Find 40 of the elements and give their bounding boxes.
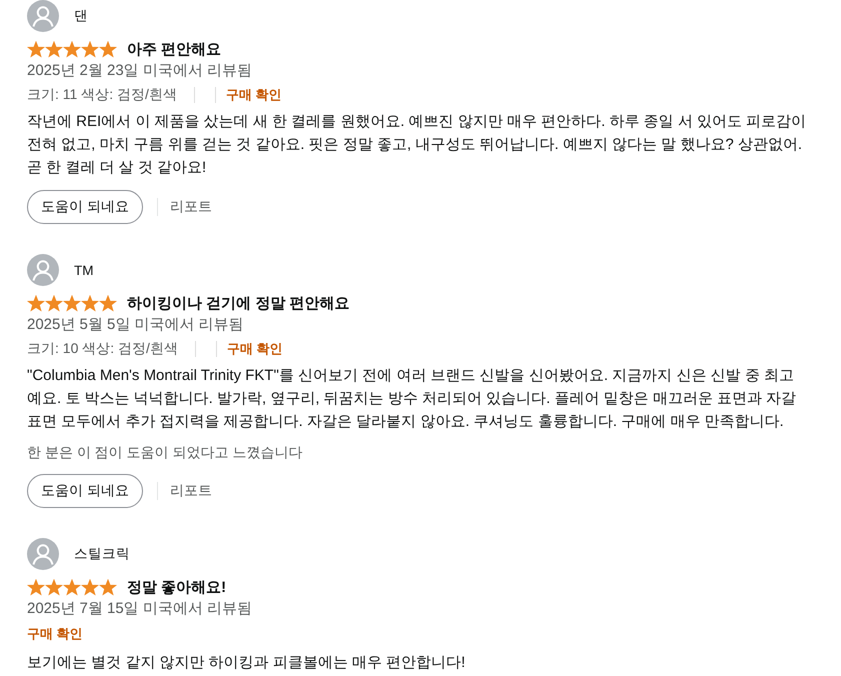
- review-text: 보기에는 별것 같지 않지만 하이킹과 피클볼에는 매우 편안합니다!: [27, 653, 466, 673]
- star-icon: [27, 294, 45, 312]
- review-date: 2025년 7월 15일 미국에서 리뷰됨: [27, 599, 252, 619]
- star-icon: [63, 578, 81, 596]
- helpful-button[interactable]: 도움이 되네요: [27, 474, 143, 508]
- report-link[interactable]: 리포트: [170, 198, 212, 216]
- helpful-button[interactable]: 도움이 되네요: [27, 190, 143, 224]
- reviewer-name: 스틸크릭: [74, 545, 130, 563]
- star-icon: [45, 578, 63, 596]
- review-title[interactable]: 아주 편안해요: [127, 40, 222, 58]
- verified-purchase-label: 구매 확인: [226, 340, 283, 358]
- variant-info[interactable]: 크기: 10 색상: 검정/흰색: [27, 340, 178, 358]
- star-icon: [81, 294, 99, 312]
- star-icon: [45, 40, 63, 58]
- star-icon: [99, 40, 117, 58]
- report-link[interactable]: 리포트: [170, 482, 212, 500]
- helpful-count-text: 한 분은 이 점이 도움이 되었다고 느꼈습니다: [27, 443, 302, 462]
- review-date: 2025년 2월 23일 미국에서 리뷰됨: [27, 61, 252, 81]
- review-date: 2025년 5월 5일 미국에서 리뷰됨: [27, 315, 244, 335]
- star-icon: [81, 40, 99, 58]
- star-icon: [63, 294, 81, 312]
- avatar-icon: [27, 254, 59, 286]
- star-icon: [81, 578, 99, 596]
- variant-info[interactable]: 크기: 11 색상: 검정/흰색: [27, 86, 177, 104]
- review-text: "Columbia Men's Montrail Trinity FKT"를 신어보기 전에 여러 브랜드 신발을 신어봤어요. 지금까지 신은 신발 중 최고예요. 토 박스는 넉넉합니다. 발가락, 옆구리, 뒤꿈치는 방수 처리되어 있습니다. 플레어 밑창은 매끄러운 표면과 자갈 표면 모두에서 추가 접지력을 제공합니다. 자갈은 달라붙지 않아요. 쿠셔닝도 훌륭합니다. 구매에 매우 만족합니다.: [27, 366, 798, 432]
- review-title[interactable]: 정말 좋아해요!: [127, 578, 226, 596]
- avatar-icon: [27, 538, 59, 570]
- star-icon: [63, 40, 81, 58]
- review-text: 작년에 REI에서 이 제품을 샀는데 새 한 켤레를 원했어요. 예쁘진 않지만 매우 편안하다. 하루 종일 서 있어도 피로감이 전혀 없고, 마치 구름 위를 걷는 것 같아요. 핏은 정말 좋고, 내구성도 뛰어납니다. 예쁘지 않다는 말 했나요? 상관없어. 곧 한 켤레 더 살 것 같아요!: [27, 112, 807, 178]
- verified-purchase-label: 구매 확인: [226, 86, 282, 104]
- reviewer-name: 댄: [74, 7, 88, 25]
- star-icon: [99, 578, 117, 596]
- star-icon: [27, 40, 45, 58]
- star-icon: [27, 578, 45, 596]
- reviewer-name: TM: [74, 262, 94, 278]
- verified-purchase-label: 구매 확인: [27, 625, 83, 643]
- star-icon: [45, 294, 63, 312]
- avatar-icon: [27, 0, 59, 32]
- star-icon: [99, 294, 117, 312]
- review-title[interactable]: 하이킹이나 걷기에 정말 편안해요: [127, 294, 350, 312]
